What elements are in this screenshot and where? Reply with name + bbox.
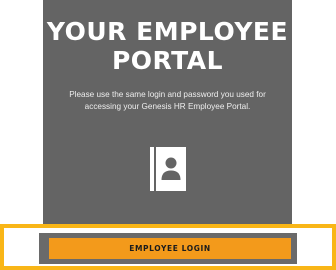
portal-description-line-1: Please use the same login and password y… [69, 90, 266, 99]
portal-heading-line-1: YOUR EMPLOYEE [46, 17, 289, 46]
login-button-highlight: EMPLOYEE LOGIN [0, 224, 336, 270]
employee-login-button[interactable]: EMPLOYEE LOGIN [49, 238, 291, 259]
page: YOUR EMPLOYEE PORTAL Please use the same… [0, 0, 336, 270]
portal-description: Please use the same login and password y… [57, 89, 278, 112]
contact-book-icon [150, 147, 186, 191]
portal-heading-line-2: PORTAL [111, 46, 224, 75]
portal-description-line-2: accessing your Genesis HR Employee Porta… [84, 101, 251, 111]
portal-heading: YOUR EMPLOYEE PORTAL [43, 17, 292, 75]
